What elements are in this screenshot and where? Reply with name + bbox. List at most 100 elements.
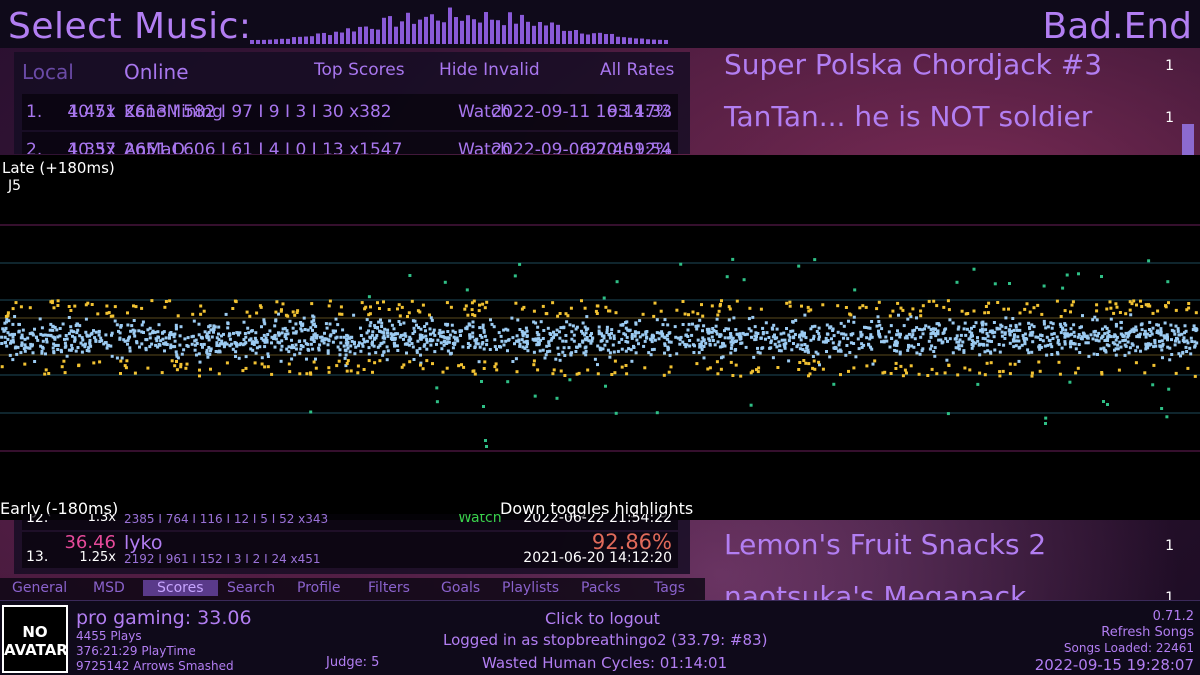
tap-offset-point — [906, 348, 910, 352]
tap-offset-point — [536, 325, 540, 329]
tap-offset-point — [1151, 383, 1155, 387]
tab-packs[interactable]: Packs — [581, 580, 621, 596]
tap-offset-point — [899, 306, 903, 310]
tap-offset-point — [612, 350, 616, 354]
all-rates-toggle[interactable]: All Rates — [600, 60, 674, 80]
logout-button[interactable]: Click to logout — [545, 609, 660, 628]
score-player-name[interactable]: lyko — [124, 532, 162, 554]
tap-offset-point — [380, 341, 384, 345]
tab-local-scores[interactable]: Local — [22, 60, 74, 84]
tap-offset-point — [497, 331, 501, 335]
song-wheel-item[interactable]: Super Polska Chordjack #3 — [724, 48, 1102, 81]
top-scores-toggle[interactable]: Top Scores — [314, 60, 405, 80]
tap-offset-point — [687, 313, 690, 317]
tab-search[interactable]: Search — [227, 580, 275, 596]
tap-offset-point — [525, 334, 529, 338]
tap-offset-point — [714, 324, 718, 328]
hide-invalid-toggle[interactable]: Hide Invalid — [439, 60, 540, 80]
offset-plot[interactable]: Late (+180ms) J5 Early (-180ms) Down tog… — [0, 155, 1200, 520]
tab-goals[interactable]: Goals — [441, 580, 480, 596]
tap-offset-point — [254, 331, 258, 335]
tab-msd[interactable]: MSD — [93, 580, 125, 596]
tab-general[interactable]: General — [12, 580, 67, 596]
tap-offset-point — [402, 321, 406, 325]
offset-plot-canvas — [0, 224, 1200, 452]
tab-filters[interactable]: Filters — [368, 580, 410, 596]
watch-replay-button[interactable]: Watch — [458, 514, 502, 526]
tap-offset-point — [858, 306, 862, 310]
tap-offset-point — [547, 340, 551, 344]
tap-offset-point — [473, 314, 477, 318]
tap-offset-point — [90, 331, 94, 335]
song-wheel-item[interactable]: Lemon's Fruit Snacks 2 — [724, 528, 1046, 561]
tap-offset-point — [197, 333, 201, 337]
tap-offset-point — [1139, 349, 1142, 353]
tap-offset-point — [915, 316, 918, 320]
tap-offset-point — [433, 333, 437, 337]
tap-offset-point — [1032, 325, 1036, 329]
tap-offset-point — [655, 318, 659, 322]
tap-offset-point — [613, 359, 617, 363]
score-row[interactable]: 13. 36.46 1.25x lyko 2192 I 961 I 152 I … — [22, 530, 678, 568]
tab-profile[interactable]: Profile — [297, 580, 341, 596]
visualizer-bar — [370, 28, 374, 44]
tap-offset-point — [140, 306, 144, 310]
refresh-songs-button[interactable]: Refresh Songs — [1101, 625, 1194, 640]
tap-offset-point — [5, 344, 9, 348]
tab-playlists[interactable]: Playlists — [502, 580, 559, 596]
tap-offset-point — [691, 322, 694, 326]
tap-offset-point — [217, 344, 221, 348]
tap-offset-point — [1087, 354, 1091, 358]
tap-offset-point — [20, 333, 24, 337]
tab-online-scores[interactable]: Online — [124, 60, 189, 84]
tap-offset-point — [298, 351, 302, 355]
tap-offset-point — [1055, 335, 1059, 339]
score-row[interactable]: 12. 1.3x 2385 I 764 I 116 I 12 I 5 I 52 … — [22, 514, 678, 530]
visualizer-bar — [520, 14, 524, 44]
tap-offset-point — [223, 341, 227, 345]
tap-offset-point — [298, 321, 302, 325]
song-wheel-item[interactable]: naotsuka's Megapack — [724, 580, 1026, 600]
tap-offset-point — [792, 335, 796, 339]
tap-offset-point — [755, 368, 758, 372]
tap-offset-point — [870, 347, 874, 351]
tap-offset-point — [1159, 327, 1163, 331]
tap-offset-point — [70, 343, 74, 347]
tap-offset-point — [652, 314, 656, 318]
tap-offset-point — [119, 325, 123, 329]
tab-tags[interactable]: Tags — [654, 580, 685, 596]
tap-offset-point — [459, 334, 462, 337]
tap-offset-point — [168, 299, 172, 303]
tap-offset-point — [877, 300, 881, 304]
song-wheel-item[interactable]: TanTan... he is NOT soldier — [724, 100, 1092, 133]
tap-offset-point — [554, 357, 558, 361]
tap-offset-point — [514, 357, 518, 361]
song-wheel-scrollbar[interactable] — [1182, 124, 1194, 158]
tap-offset-point — [173, 339, 177, 343]
tap-offset-point — [768, 346, 772, 350]
tap-offset-point — [668, 353, 672, 357]
tap-offset-point — [702, 338, 706, 342]
tap-offset-point — [160, 371, 164, 375]
score-row[interactable]: 2. 40.37 1.35x AnMaO 2651 I 606 I 61 I 4… — [22, 132, 678, 154]
visualizer-bar — [550, 22, 554, 44]
tap-offset-point — [903, 368, 907, 372]
tap-offset-point — [561, 350, 565, 354]
tap-offset-point — [1121, 339, 1125, 343]
tap-offset-point — [678, 342, 682, 346]
score-rate: 1.25x — [79, 550, 116, 565]
tap-offset-point — [846, 337, 850, 341]
avatar[interactable]: NO AVATAR — [2, 605, 68, 673]
tap-offset-point — [436, 338, 440, 342]
score-row[interactable]: 1. 40.71 1.45x KaneMining 2613 I 582 I 9… — [22, 94, 678, 130]
tap-offset-point — [209, 367, 212, 371]
tap-offset-point — [198, 374, 201, 378]
tap-offset-point — [150, 299, 154, 303]
tap-offset-point — [349, 344, 353, 348]
tab-scores[interactable]: Scores — [143, 580, 218, 596]
tap-offset-point — [396, 349, 400, 352]
tap-offset-point — [985, 332, 989, 335]
tap-offset-point — [1096, 353, 1099, 356]
tap-offset-point — [400, 305, 404, 309]
tap-offset-point — [643, 339, 647, 343]
